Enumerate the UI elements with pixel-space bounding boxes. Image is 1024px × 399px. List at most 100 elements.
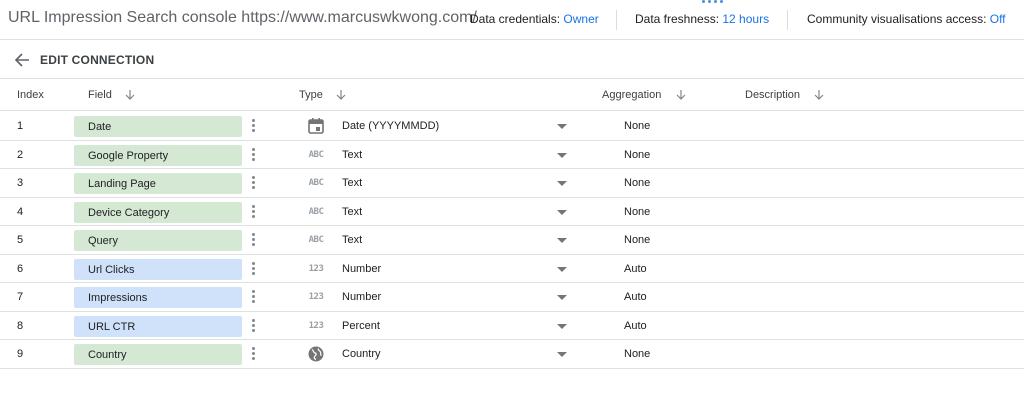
- table-row: 5 Query ABC Text None: [0, 226, 1024, 255]
- more-vert-icon[interactable]: [249, 119, 257, 135]
- calendar-icon: [306, 117, 326, 135]
- more-vert-icon[interactable]: [249, 261, 257, 278]
- type-select[interactable]: Text: [342, 149, 362, 161]
- more-vert-icon[interactable]: [249, 147, 257, 164]
- data-credentials[interactable]: Data credentials: Owner: [470, 12, 599, 26]
- field-name-chip[interactable]: Google Property: [74, 144, 242, 166]
- dropdown-arrow-icon[interactable]: [557, 238, 567, 243]
- edit-connection-bar: EDIT CONNECTION: [0, 41, 1024, 79]
- globe-icon: [306, 345, 326, 363]
- more-vert-icon[interactable]: [249, 176, 257, 192]
- data-freshness-label: Data freshness:: [635, 12, 723, 26]
- 123-icon: 123: [308, 292, 324, 302]
- field-name-chip[interactable]: URL CTR: [74, 315, 242, 337]
- table-row: 7 Impressions 123 Number Auto: [0, 283, 1024, 312]
- row-index: 9: [17, 348, 24, 360]
- aggregation-value[interactable]: None: [624, 348, 650, 360]
- type-select[interactable]: Text: [342, 177, 362, 189]
- more-vert-icon[interactable]: [249, 204, 257, 221]
- table-row: 4 Device Category ABC Text None: [0, 198, 1024, 226]
- row-index: 1: [17, 120, 24, 132]
- field-list: 1 Date Date (YYYYMMDD) None 2 Google Property…: [0, 112, 1024, 369]
- sort-arrow-down-icon[interactable]: [335, 89, 347, 101]
- drag-handle-dots[interactable]: [702, 0, 723, 3]
- arrow-left-icon[interactable]: [14, 52, 30, 68]
- aggregation-value[interactable]: None: [624, 206, 650, 218]
- type-select[interactable]: Percent: [342, 320, 380, 332]
- divider: [616, 10, 617, 30]
- column-header-aggregation[interactable]: Aggregation: [602, 89, 661, 101]
- 123-icon: 123: [308, 263, 324, 274]
- table-row: 1 Date Date (YYYYMMDD) None: [0, 112, 1024, 141]
- row-index: 8: [17, 319, 24, 332]
- top-bar: URL Impression Search console https://ww…: [0, 0, 1024, 40]
- table-row: 8 URL CTR 123 Percent Auto: [0, 312, 1024, 340]
- community-access-label: Community visualisations access:: [807, 12, 990, 26]
- sort-arrow-down-icon[interactable]: [124, 89, 136, 101]
- more-vert-icon[interactable]: [249, 318, 257, 335]
- type-select[interactable]: Date (YYYYMMDD): [342, 120, 439, 132]
- dropdown-arrow-icon[interactable]: [557, 323, 567, 329]
- field-name-chip[interactable]: Date: [74, 116, 242, 137]
- row-index: 5: [17, 234, 24, 246]
- table-row: 3 Landing Page ABC Text None: [0, 169, 1024, 198]
- field-name-chip[interactable]: Query: [74, 230, 242, 251]
- row-index: 7: [17, 291, 24, 303]
- abc-icon: ABC: [308, 178, 324, 188]
- aggregation-value[interactable]: None: [624, 120, 650, 132]
- data-credentials-label: Data credentials:: [470, 12, 564, 26]
- data-credentials-value[interactable]: Owner: [563, 12, 598, 26]
- field-name-chip[interactable]: Device Category: [74, 201, 242, 223]
- type-select[interactable]: Text: [342, 234, 362, 246]
- more-vert-icon[interactable]: [249, 233, 257, 249]
- community-access-value[interactable]: Off: [990, 12, 1006, 26]
- data-freshness[interactable]: Data freshness: 12 hours: [635, 12, 769, 26]
- column-header-type[interactable]: Type: [299, 89, 323, 101]
- community-visualisations-access[interactable]: Community visualisations access: Off: [807, 12, 1006, 26]
- type-select[interactable]: Number: [342, 263, 381, 275]
- table-row: 2 Google Property ABC Text None: [0, 141, 1024, 169]
- data-source-title[interactable]: URL Impression Search console https://ww…: [8, 9, 477, 27]
- field-name-chip[interactable]: Impressions: [74, 287, 242, 308]
- aggregation-value[interactable]: None: [624, 149, 650, 161]
- aggregation-value[interactable]: Auto: [624, 320, 647, 332]
- dropdown-arrow-icon[interactable]: [557, 209, 567, 215]
- table-header: Index Field Type Aggregation Description: [0, 80, 1024, 111]
- sort-arrow-down-icon[interactable]: [675, 89, 687, 101]
- table-row: 9 Country Country None: [0, 340, 1024, 369]
- column-header-field[interactable]: Field: [88, 89, 112, 101]
- edit-connection-button[interactable]: EDIT CONNECTION: [40, 53, 154, 67]
- dropdown-arrow-icon[interactable]: [557, 295, 567, 300]
- column-header-index: Index: [17, 89, 44, 101]
- abc-icon: ABC: [308, 235, 324, 245]
- field-name-chip[interactable]: Url Clicks: [74, 258, 242, 280]
- field-name-chip[interactable]: Landing Page: [74, 173, 242, 194]
- dropdown-arrow-icon[interactable]: [557, 181, 567, 186]
- 123-icon: 123: [308, 320, 324, 331]
- dropdown-arrow-icon[interactable]: [557, 124, 567, 129]
- abc-icon: ABC: [308, 149, 324, 160]
- column-header-description[interactable]: Description: [745, 89, 800, 101]
- row-index: 2: [17, 148, 24, 161]
- abc-icon: ABC: [308, 206, 324, 217]
- row-index: 4: [17, 205, 24, 218]
- table-row: 6 Url Clicks 123 Number Auto: [0, 255, 1024, 283]
- divider: [787, 10, 788, 30]
- dropdown-arrow-icon[interactable]: [557, 266, 567, 272]
- row-index: 3: [17, 177, 24, 189]
- type-select[interactable]: Text: [342, 206, 362, 218]
- aggregation-value[interactable]: None: [624, 177, 650, 189]
- aggregation-value[interactable]: Auto: [624, 263, 647, 275]
- dropdown-arrow-icon[interactable]: [557, 152, 567, 158]
- sort-arrow-down-icon[interactable]: [813, 89, 825, 101]
- type-select[interactable]: Number: [342, 291, 381, 303]
- aggregation-value[interactable]: Auto: [624, 291, 647, 303]
- type-select[interactable]: Country: [342, 348, 381, 360]
- dropdown-arrow-icon[interactable]: [557, 352, 567, 357]
- data-freshness-value[interactable]: 12 hours: [722, 12, 769, 26]
- more-vert-icon[interactable]: [249, 347, 257, 363]
- row-index: 6: [17, 262, 24, 275]
- aggregation-value[interactable]: None: [624, 234, 650, 246]
- more-vert-icon[interactable]: [249, 290, 257, 306]
- field-name-chip[interactable]: Country: [74, 344, 242, 365]
